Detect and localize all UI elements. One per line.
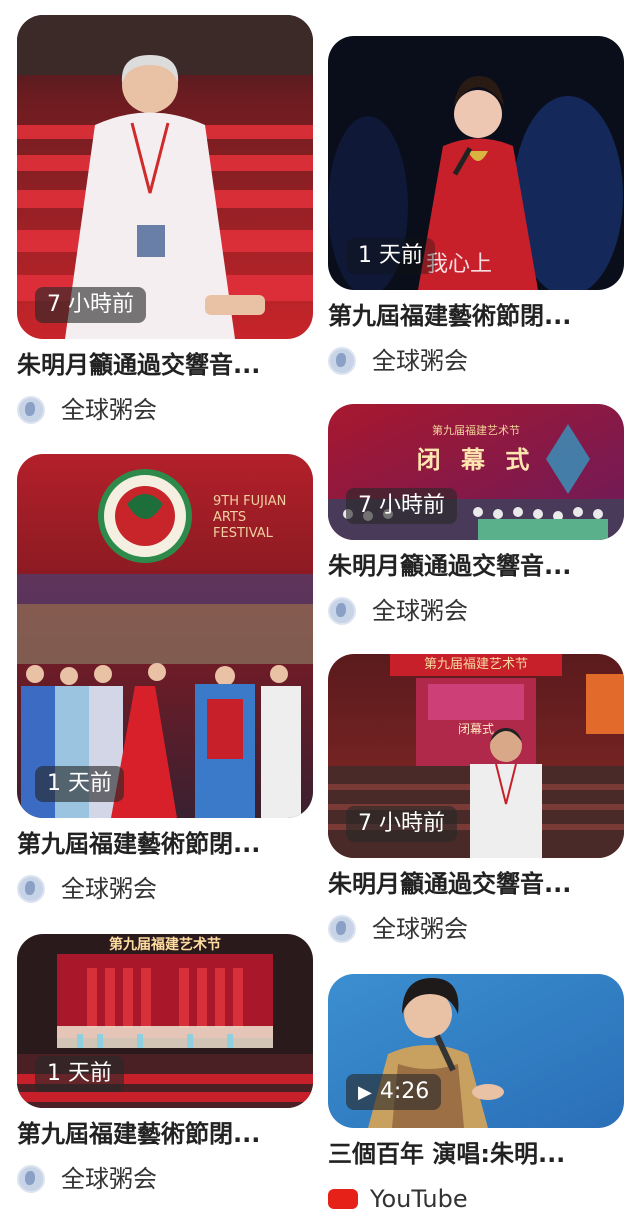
youtube-icon	[328, 1189, 358, 1209]
banner-subtitle: 第九届福建艺术节	[432, 424, 520, 437]
globe-icon	[328, 597, 356, 625]
source-name: 全球粥会	[61, 1165, 157, 1193]
video-source: 全球粥会	[328, 346, 624, 376]
video-thumbnail[interactable]: ▶ 4:26	[328, 974, 624, 1128]
video-title[interactable]: 第九屆福建藝術節閉...	[17, 828, 313, 860]
video-source: 全球粥会	[17, 1164, 313, 1194]
video-card[interactable]: 7 小時前 朱明月籲通過交響音... 全球粥会	[17, 15, 313, 425]
video-title[interactable]: 三個百年 演唱:朱明...	[328, 1138, 624, 1170]
video-source: 全球粥会	[328, 914, 624, 944]
source-name: 全球粥会	[372, 597, 468, 625]
video-card[interactable]: 第九届福建艺术节 闭 幕 式 7 小時前 朱明月籲通過交響音... 全球粥会	[328, 404, 624, 626]
video-card[interactable]: 9TH FUJIAN ARTS FESTIVAL 1 天前 第九屆福建藝術節閉.…	[17, 454, 313, 904]
duration-badge: ▶ 4:26	[346, 1074, 442, 1110]
time-badge: 7 小時前	[35, 287, 146, 323]
video-thumbnail[interactable]: 第九届福建艺术节 闭 幕 式 7 小時前	[328, 404, 624, 540]
globe-icon	[328, 915, 356, 943]
video-card[interactable]: ▶ 4:26 三個百年 演唱:朱明... YouTube	[328, 974, 624, 1214]
globe-icon	[17, 1165, 45, 1193]
video-title[interactable]: 朱明月籲通過交響音...	[328, 868, 624, 900]
video-thumbnail[interactable]: 9TH FUJIAN ARTS FESTIVAL 1 天前	[17, 454, 313, 818]
video-thumbnail[interactable]: 我心上 1 天前	[328, 36, 624, 290]
time-badge: 1 天前	[35, 1056, 124, 1092]
globe-icon	[17, 396, 45, 424]
source-name: YouTube	[370, 1185, 468, 1213]
banner-title: 第九届福建艺术节	[109, 937, 221, 953]
video-thumbnail[interactable]: 第九届福建艺术节 1 天前	[17, 934, 313, 1108]
video-thumbnail[interactable]: 第九届福建艺术节 闭幕式 7 小時前	[328, 654, 624, 858]
video-source: 全球粥会	[17, 874, 313, 904]
banner-title: 闭 幕 式	[416, 446, 536, 474]
video-thumbnail[interactable]: 7 小時前	[17, 15, 313, 339]
video-duration: 4:26	[379, 1079, 430, 1104]
source-name: 全球粥会	[61, 875, 157, 903]
globe-icon	[17, 875, 45, 903]
thumbnail-caption: 我心上	[426, 252, 493, 277]
video-source: 全球粥会	[328, 596, 624, 626]
video-source: YouTube	[328, 1184, 624, 1214]
video-card[interactable]: 第九届福建艺术节 1 天前 第九屆福建藝術節閉... 全球粥会	[17, 934, 313, 1194]
globe-icon	[328, 347, 356, 375]
video-source: 全球粥会	[17, 395, 313, 425]
video-title[interactable]: 朱明月籲通過交響音...	[328, 550, 624, 582]
source-name: 全球粥会	[372, 915, 468, 943]
video-card[interactable]: 第九届福建艺术节 闭幕式 7 小時前 朱明月籲通過交響音... 全球粥会	[328, 654, 624, 944]
video-title[interactable]: 第九屆福建藝術節閉...	[17, 1118, 313, 1150]
banner-subtitle: 第九届福建艺术节	[423, 657, 528, 672]
banner-title: 闭幕式	[457, 722, 494, 736]
video-feed: 7 小時前 朱明月籲通過交響音... 全球粥会 我心上 1 天前 第九屆福建藝術…	[0, 0, 640, 1213]
video-card[interactable]: 我心上 1 天前 第九屆福建藝術節閉... 全球粥会	[328, 36, 624, 376]
time-badge: 7 小時前	[346, 806, 457, 842]
video-title[interactable]: 第九屆福建藝術節閉...	[328, 300, 624, 332]
play-icon: ▶	[358, 1082, 372, 1103]
time-badge: 7 小時前	[346, 488, 457, 524]
source-name: 全球粥会	[372, 347, 468, 375]
source-name: 全球粥会	[61, 396, 157, 424]
time-badge: 1 天前	[35, 766, 124, 802]
time-badge: 1 天前	[346, 238, 435, 274]
festival-logo-text: 9TH FUJIAN ARTS FESTIVAL	[213, 494, 287, 541]
video-title[interactable]: 朱明月籲通過交響音...	[17, 349, 313, 381]
